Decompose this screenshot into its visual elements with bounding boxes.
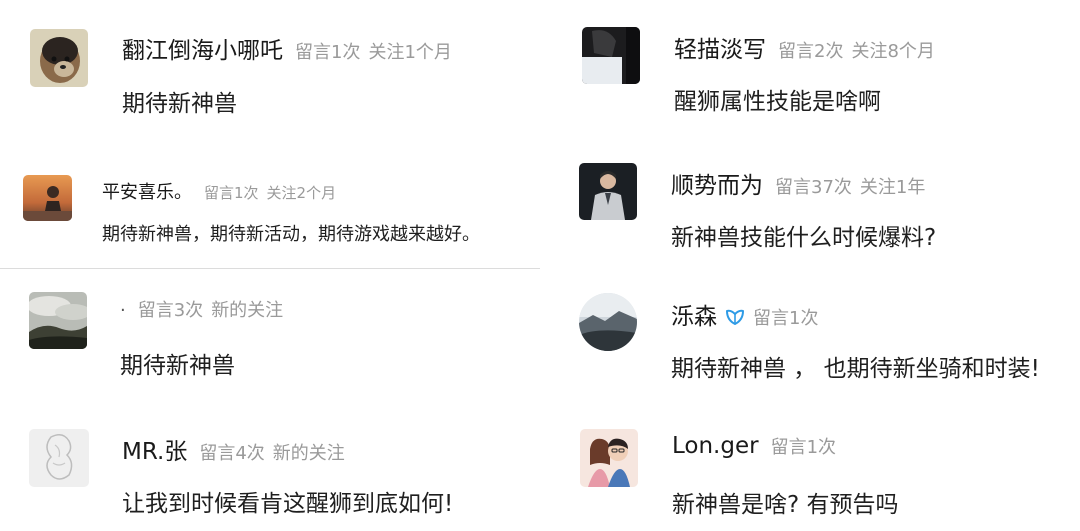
message-count: 留言1次 (770, 437, 837, 458)
dog-avatar-image (30, 29, 88, 87)
follow-duration: 关注2个月 (266, 184, 337, 202)
message-count: 留言37次 (775, 177, 852, 198)
user-avatar[interactable] (580, 429, 638, 487)
vip-badge-icon (725, 308, 745, 326)
comment-text: 期待新神兽 (122, 91, 237, 117)
divider (0, 268, 540, 269)
sketch-avatar-image (29, 429, 89, 487)
username[interactable]: MR.张 (122, 432, 187, 466)
user-avatar[interactable] (579, 163, 637, 220)
comment-text: 新神兽技能什么时候爆料? (671, 225, 937, 251)
comment-text: 期待新神兽 (120, 353, 235, 379)
follow-duration: 新的关注 (272, 443, 345, 464)
message-count: 留言1次 (204, 184, 259, 202)
username[interactable]: 顺势而为 (671, 166, 763, 200)
mountain-avatar-image (579, 293, 637, 351)
user-avatar[interactable] (29, 292, 87, 349)
comment-text: 醒狮属性技能是啥啊 (674, 89, 881, 115)
username[interactable]: 翻江倒海小哪吒 (122, 31, 283, 65)
user-avatar[interactable] (29, 429, 89, 487)
man-avatar-image (579, 163, 637, 220)
message-count: 留言2次 (778, 41, 844, 62)
follow-duration: 关注1个月 (368, 42, 452, 63)
username[interactable]: 泺森 (671, 297, 717, 331)
comment-text: 期待新神兽 ， 也期待新坐骑和时装! (671, 356, 1040, 382)
message-count: 留言1次 (295, 42, 361, 63)
comment-text: 让我到时候看肯这醒狮到底如何! (122, 491, 454, 517)
follow-duration: 关注8个月 (851, 41, 935, 62)
comment-text: 期待新神兽，期待新活动，期待游戏越来越好。 (102, 224, 480, 245)
username[interactable]: Lon.ger (672, 433, 759, 459)
user-avatar[interactable] (579, 293, 637, 351)
cartoon-couple-avatar-image (580, 429, 638, 487)
message-count: 留言1次 (753, 308, 819, 329)
user-avatar[interactable] (30, 29, 88, 87)
landscape-avatar-image (29, 292, 87, 349)
username[interactable]: 平安喜乐。 (102, 178, 192, 204)
follow-duration: 新的关注 (211, 300, 284, 321)
sunset-person-avatar-image (23, 175, 72, 221)
username[interactable]: · (120, 300, 126, 321)
dark-photo-avatar-image (582, 27, 640, 84)
message-count: 留言4次 (199, 443, 265, 464)
user-avatar[interactable] (23, 175, 72, 221)
user-avatar[interactable] (582, 27, 640, 84)
follow-duration: 关注1年 (859, 177, 926, 198)
message-count: 留言3次 (137, 300, 204, 321)
comment-text: 新神兽是啥? 有预告吗 (672, 492, 899, 518)
username[interactable]: 轻描淡写 (674, 30, 766, 64)
